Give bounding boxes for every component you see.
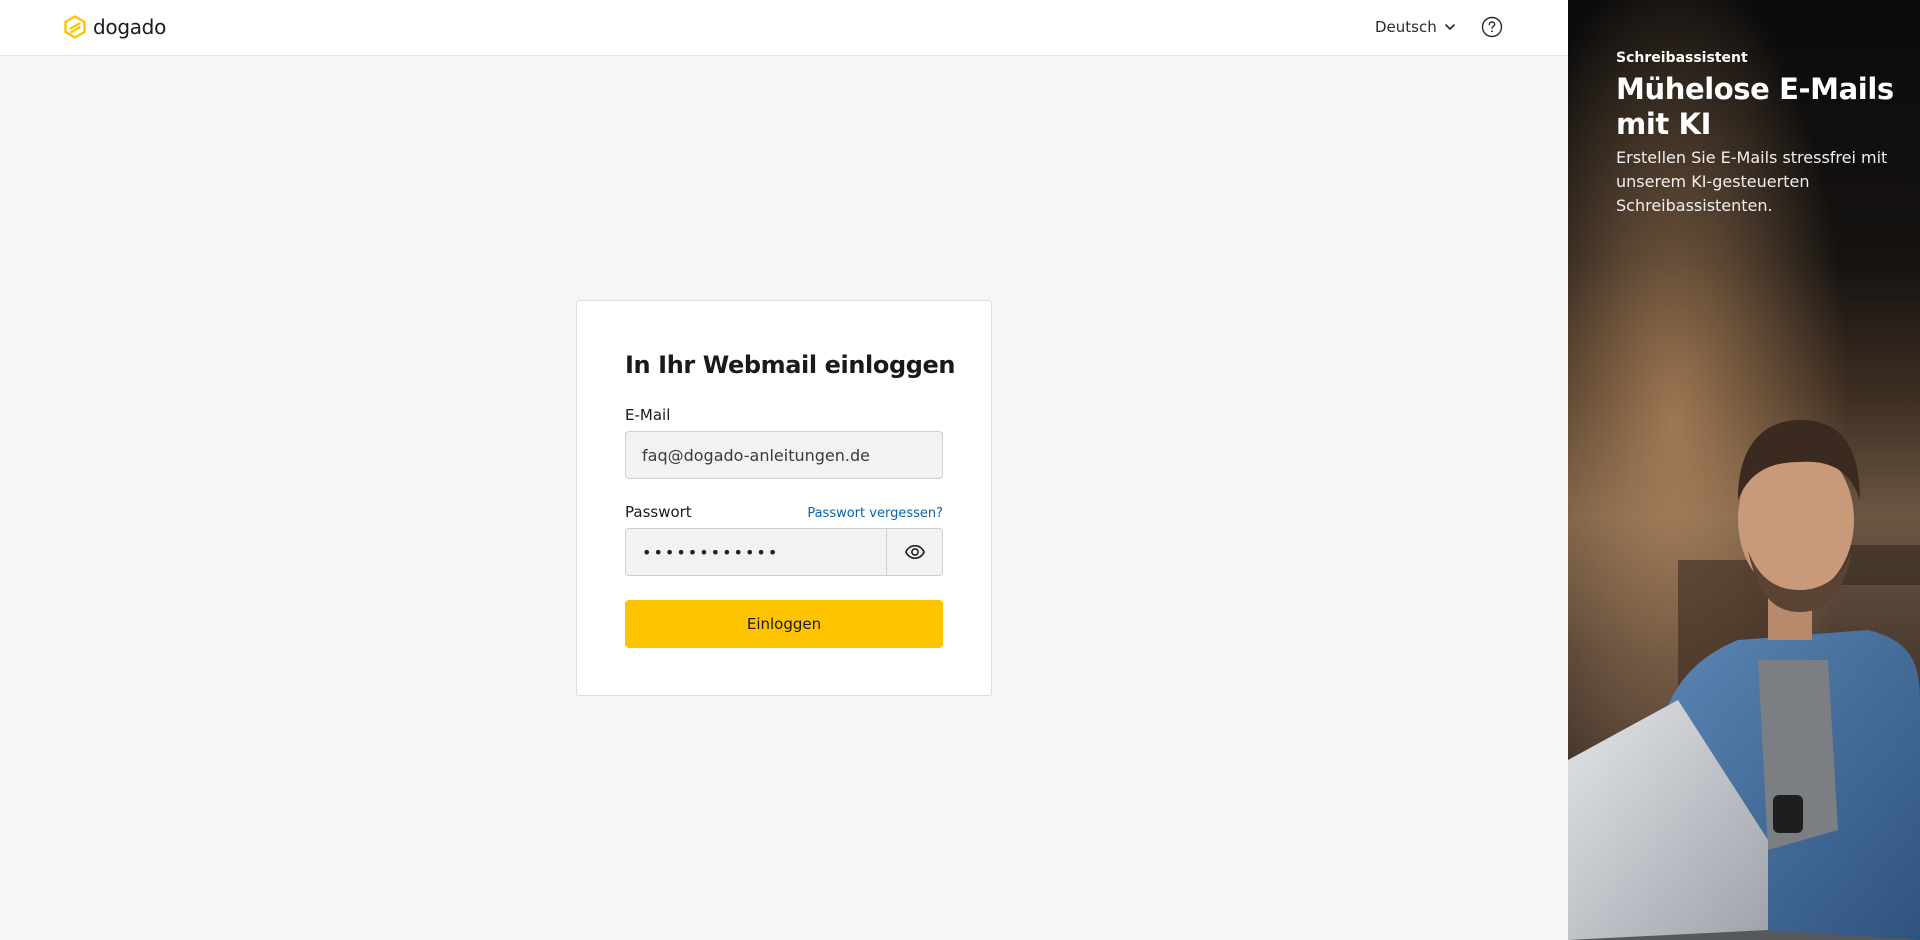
- forgot-password-link[interactable]: Passwort vergessen?: [807, 506, 943, 521]
- login-card: In Ihr Webmail einloggen E-Mail Passwort…: [576, 300, 992, 696]
- promo-panel: Schreibassistent Mühelose E-Mails mit KI…: [1568, 0, 1920, 940]
- top-navigation-bar: dogado Deutsch: [0, 0, 1568, 56]
- email-field[interactable]: [625, 431, 943, 479]
- promo-eyebrow: Schreibassistent: [1616, 50, 1748, 66]
- promo-text-block: Schreibassistent Mühelose E-Mails mit KI…: [1616, 48, 1906, 218]
- login-title: In Ihr Webmail einloggen: [625, 351, 956, 379]
- dogado-logo-icon: [64, 15, 86, 39]
- show-password-button[interactable]: [886, 528, 943, 576]
- brand-name: dogado: [93, 15, 167, 39]
- language-label: Deutsch: [1375, 18, 1437, 36]
- chevron-down-icon: [1444, 24, 1455, 30]
- help-circle-icon[interactable]: [1481, 16, 1503, 38]
- password-label: Passwort: [625, 503, 692, 521]
- password-field[interactable]: [625, 528, 887, 576]
- email-label: E-Mail: [625, 406, 671, 424]
- main-pane: dogado Deutsch In Ihr Webmail einloggen …: [0, 0, 1568, 940]
- promo-description: Erstellen Sie E-Mails stressfrei mit uns…: [1616, 148, 1888, 215]
- password-field-group: [625, 528, 943, 576]
- language-dropdown[interactable]: Deutsch: [1375, 16, 1457, 38]
- brand-logo-link[interactable]: dogado: [63, 14, 166, 40]
- login-button[interactable]: Einloggen: [625, 600, 943, 648]
- promo-title: Mühelose E-Mails mit KI: [1616, 72, 1894, 141]
- eye-icon: [904, 545, 925, 559]
